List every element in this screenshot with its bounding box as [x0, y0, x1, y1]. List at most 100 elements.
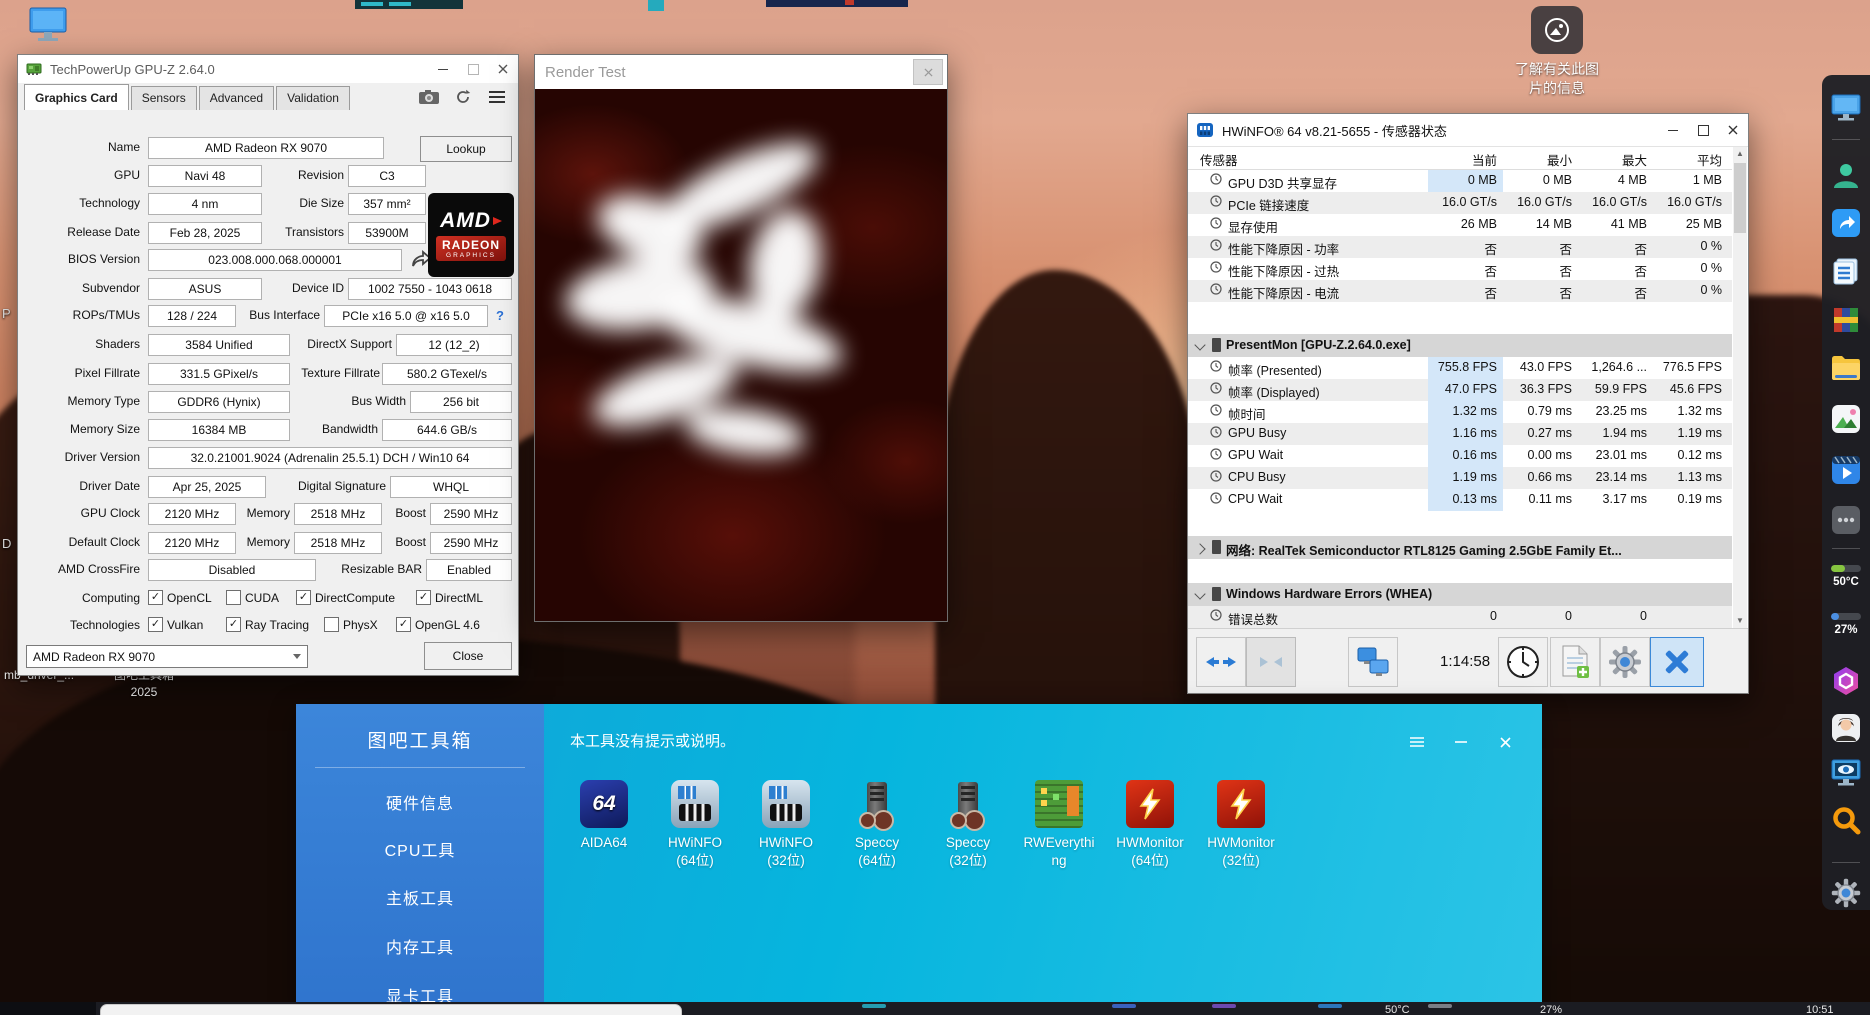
dock-avatar-icon[interactable]: [1829, 711, 1863, 745]
scroll-thumb[interactable]: [1734, 163, 1746, 233]
picture-info-icon[interactable]: [1531, 6, 1583, 54]
taskbar-app-icon[interactable]: [1428, 1004, 1452, 1008]
taskbar-app-icon[interactable]: [1212, 1004, 1236, 1008]
chevron-down-icon[interactable]: [1194, 588, 1205, 599]
this-pc-icon[interactable]: [26, 2, 70, 53]
sensor-row[interactable]: 帧时间1.32 ms0.79 ms23.25 ms1.32 ms: [1188, 401, 1732, 423]
chevron-down-icon[interactable]: [1194, 339, 1205, 350]
directcompute-checkbox[interactable]: ✓ DirectCompute: [296, 590, 395, 605]
gpuz-titlebar[interactable]: TechPowerUp GPU-Z 2.64.0: [18, 55, 518, 83]
close-icon[interactable]: [488, 55, 518, 83]
opencl-checkbox[interactable]: ✓ OpenCL: [148, 590, 212, 605]
sidebar-item-memory-tools[interactable]: 内存工具: [296, 934, 544, 958]
dock-docs-icon[interactable]: [1829, 254, 1863, 288]
sensor-row[interactable]: GPU Busy1.16 ms0.27 ms1.94 ms1.19 ms: [1188, 423, 1732, 445]
sensor-row[interactable]: CPU Wait0.13 ms0.11 ms3.17 ms0.19 ms: [1188, 489, 1732, 511]
sensor-row[interactable]: 错误总数000: [1188, 606, 1732, 628]
taskbar-app-icon[interactable]: [1112, 1004, 1136, 1008]
tab-graphics-card[interactable]: Graphics Card: [24, 84, 129, 110]
dock-video-icon[interactable]: [1829, 453, 1863, 487]
tool-hwmonitor-6[interactable]: HWMonitor(64位): [1106, 780, 1194, 870]
tab-validation[interactable]: Validation: [276, 86, 350, 110]
dock-gear-icon[interactable]: [1829, 876, 1863, 910]
sensor-group-row[interactable]: 网络: RealTek Semiconductor RTL8125 Gaming…: [1188, 536, 1732, 559]
tool-speccy-3[interactable]: Speccy(64位): [833, 780, 921, 870]
column-min[interactable]: 最小: [1503, 147, 1578, 169]
settings-gear-button[interactable]: [1600, 637, 1650, 687]
sidebar-item-motherboard-tools[interactable]: 主板工具: [296, 885, 544, 909]
tab-advanced[interactable]: Advanced: [199, 86, 274, 110]
taskbar-clock[interactable]: 10:51: [1806, 1004, 1834, 1015]
close-sensors-button[interactable]: [1650, 637, 1704, 687]
dock-shortcut-icon[interactable]: [1829, 206, 1863, 240]
column-max[interactable]: 最大: [1578, 147, 1653, 169]
dock-more-icon[interactable]: [1829, 503, 1863, 537]
report-button[interactable]: [1550, 637, 1600, 687]
scroll-up-icon[interactable]: ▲: [1733, 147, 1747, 161]
chevron-right-icon[interactable]: [1194, 543, 1205, 554]
dock-folder-icon[interactable]: [1829, 351, 1863, 385]
opengl-checkbox[interactable]: ✓ OpenGL 4.6: [396, 617, 480, 632]
clock-button[interactable]: [1498, 637, 1548, 687]
dock-search-icon[interactable]: [1829, 803, 1863, 837]
minimize-icon[interactable]: [428, 55, 458, 83]
swap-columns-button[interactable]: [1196, 637, 1246, 687]
learn-about-picture[interactable]: 了解有关此图 片的信息: [1497, 6, 1617, 98]
column-current[interactable]: 当前: [1428, 147, 1503, 169]
dock-person-icon[interactable]: [1829, 158, 1863, 192]
physx-checkbox[interactable]: PhysX: [324, 617, 378, 632]
sensor-row[interactable]: 显存使用26 MB14 MB41 MB25 MB: [1188, 214, 1732, 236]
tool-rweverythi-5[interactable]: RWEverything: [1015, 780, 1103, 870]
taskbar-app-icon[interactable]: [862, 1004, 886, 1008]
maximize-icon[interactable]: [1688, 114, 1718, 146]
sensor-row[interactable]: 性能下降原因 - 电流否否否0 %: [1188, 280, 1732, 302]
maximize-icon[interactable]: [458, 55, 488, 83]
ray-tracing-checkbox[interactable]: ✓ Ray Tracing: [226, 617, 309, 632]
taskbar[interactable]: 50°C 27% 10:51: [0, 1002, 1870, 1015]
dock-monitor-eye-icon[interactable]: [1829, 756, 1863, 790]
dock-monitor-icon[interactable]: [1829, 91, 1863, 125]
dock-gauge-27[interactable]: 27%: [1831, 613, 1861, 636]
tool-hwmonitor-7[interactable]: HWMonitor(32位): [1197, 780, 1285, 870]
dock-hex-icon[interactable]: [1829, 664, 1863, 698]
taskbar-search-input[interactable]: [100, 1004, 682, 1015]
directml-checkbox[interactable]: ✓ DirectML: [416, 590, 483, 605]
sensor-row[interactable]: PCIe 链接速度16.0 GT/s16.0 GT/s16.0 GT/s16.0…: [1188, 192, 1732, 214]
tool-hwinfo-1[interactable]: HWiNFO(64位): [651, 780, 739, 870]
close-button[interactable]: Close: [424, 642, 512, 670]
minimize-icon[interactable]: [1658, 114, 1688, 146]
gpu-select-dropdown[interactable]: AMD Radeon RX 9070: [26, 645, 308, 668]
lookup-button[interactable]: Lookup: [420, 136, 512, 162]
taskbar-app-icon[interactable]: [1318, 1004, 1342, 1008]
close-icon[interactable]: [1718, 114, 1748, 146]
help-icon[interactable]: ?: [496, 308, 504, 323]
sensor-row[interactable]: 性能下降原因 - 过热否否否0 %: [1188, 258, 1732, 280]
vulkan-checkbox[interactable]: ✓ Vulkan: [148, 617, 203, 632]
sidebar-item-cpu-tools[interactable]: CPU工具: [296, 837, 544, 861]
menu-icon[interactable]: [484, 87, 510, 107]
sensor-row[interactable]: GPU D3D 共享显存0 MB0 MB4 MB1 MB: [1188, 170, 1732, 192]
dock-winrar-icon[interactable]: [1829, 303, 1863, 337]
scrollbar[interactable]: ▲ ▼: [1733, 147, 1747, 628]
tool-hwinfo-2[interactable]: HWiNFO(32位): [742, 780, 830, 870]
render-test-titlebar[interactable]: Render Test: [535, 55, 947, 89]
dock-photos-icon[interactable]: [1829, 402, 1863, 436]
scroll-down-icon[interactable]: ▼: [1733, 614, 1747, 628]
tab-sensors[interactable]: Sensors: [131, 86, 197, 110]
column-avg[interactable]: 平均: [1653, 147, 1728, 169]
screenshot-camera-icon[interactable]: [416, 87, 442, 107]
collapse-columns-button[interactable]: [1246, 637, 1296, 687]
sensor-group-row[interactable]: PresentMon [GPU-Z.2.64.0.exe]: [1188, 334, 1732, 357]
sensor-group-row[interactable]: Windows Hardware Errors (WHEA): [1188, 583, 1732, 606]
dock-gauge-50C[interactable]: 50°C: [1831, 565, 1861, 588]
sensor-row[interactable]: 帧率 (Presented)755.8 FPS43.0 FPS1,264.6 .…: [1188, 357, 1732, 379]
tool-aida64-0[interactable]: 64AIDA64: [560, 780, 648, 870]
sidebar-item-hardware-info[interactable]: 硬件信息: [296, 790, 544, 814]
refresh-icon[interactable]: [450, 87, 476, 107]
cuda-checkbox[interactable]: CUDA: [226, 590, 279, 605]
close-icon[interactable]: [913, 59, 943, 85]
sensor-row[interactable]: CPU Busy1.19 ms0.66 ms23.14 ms1.13 ms: [1188, 467, 1732, 489]
column-sensor[interactable]: 传感器: [1200, 150, 1238, 169]
remote-monitoring-button[interactable]: [1348, 637, 1398, 687]
sensor-row[interactable]: 帧率 (Displayed)47.0 FPS36.3 FPS59.9 FPS45…: [1188, 379, 1732, 401]
